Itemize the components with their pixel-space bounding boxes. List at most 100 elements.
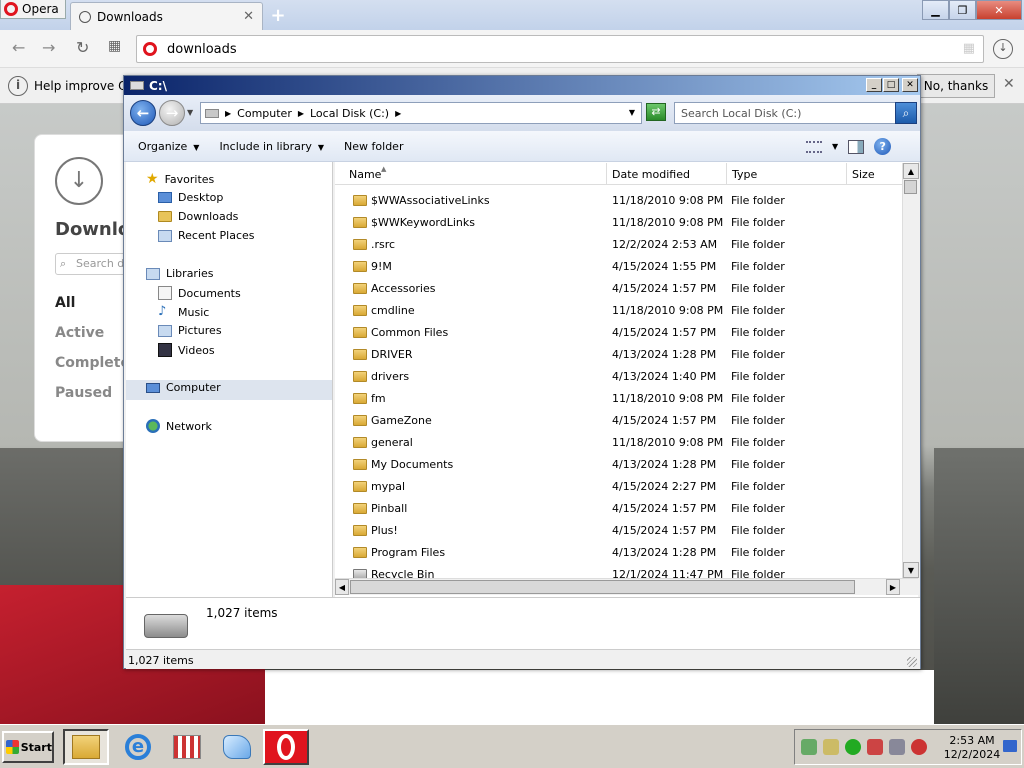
recent-pages-dropdown-icon[interactable]: ▼ (187, 108, 193, 117)
filter-complete[interactable]: Complete (55, 355, 130, 371)
table-row[interactable]: cmdline 11/18/2010 9:08 PM File folder (335, 300, 902, 322)
horizontal-scrollbar[interactable]: ◀ ▶ (335, 578, 918, 595)
breadcrumb-local-disk[interactable]: Local Disk (C:) (310, 107, 389, 120)
table-row[interactable]: fm 11/18/2010 9:08 PM File folder (335, 388, 902, 410)
explorer-close-button[interactable]: ✕ (902, 78, 918, 92)
change-view-icon[interactable] (806, 140, 822, 153)
speed-dial-grid-icon[interactable]: ▦ (108, 38, 121, 54)
table-row[interactable]: drivers 4/13/2024 1:40 PM File folder (335, 366, 902, 388)
filter-paused[interactable]: Paused (55, 385, 112, 401)
info-bar-close-icon[interactable]: ✕ (1003, 76, 1015, 92)
alert-tray-icon[interactable] (867, 739, 883, 755)
scroll-down-icon[interactable]: ▼ (903, 562, 919, 578)
taskbar-ie-button[interactable]: e (115, 729, 161, 765)
table-row[interactable]: Recycle Bin 12/1/2024 11:47 PM File folder (335, 564, 902, 578)
table-row[interactable]: My Documents 4/13/2024 1:28 PM File folder (335, 454, 902, 476)
address-bar[interactable]: downloads ▦ (136, 35, 984, 63)
address-dropdown-icon[interactable]: ▼ (629, 108, 635, 117)
column-header-type[interactable]: Type (727, 163, 847, 185)
resize-grip-icon[interactable] (907, 657, 917, 667)
breadcrumb-arrow-icon[interactable]: ▶ (395, 109, 401, 118)
nav-recent-places[interactable]: Recent Places (158, 229, 255, 242)
taskbar-network-app-button[interactable] (164, 729, 210, 765)
breadcrumb-arrow-icon[interactable]: ▶ (225, 109, 231, 118)
breadcrumb-arrow-icon[interactable]: ▶ (298, 109, 304, 118)
explorer-forward-button[interactable]: → (159, 100, 185, 126)
breadcrumb-computer[interactable]: Computer (237, 107, 292, 120)
explorer-maximize-button[interactable]: □ (883, 78, 899, 92)
nav-desktop[interactable]: Desktop (158, 191, 223, 204)
table-row[interactable]: Pinball 4/15/2024 1:57 PM File folder (335, 498, 902, 520)
close-button[interactable]: ✕ (976, 0, 1022, 20)
help-icon[interactable]: ? (874, 138, 892, 155)
vertical-scroll-thumb[interactable] (904, 180, 917, 194)
nav-pictures[interactable]: Pictures (158, 324, 222, 337)
forward-arrow-icon[interactable]: → (42, 38, 55, 57)
table-row[interactable]: .rsrc 12/2/2024 2:53 AM File folder (335, 234, 902, 256)
explorer-address-bar[interactable]: ▶ Computer ▶ Local Disk (C:) ▶ ▼ (200, 102, 642, 124)
column-header-name[interactable]: Name ▲ (335, 163, 607, 185)
column-header-size[interactable]: Size (847, 163, 902, 185)
minimize-button[interactable]: ▁ (922, 0, 949, 20)
file-type: File folder (731, 260, 785, 273)
table-row[interactable]: Accessories 4/15/2024 1:57 PM File folder (335, 278, 902, 300)
organize-button[interactable]: Organize ▼ (138, 140, 199, 153)
filter-active[interactable]: Active (55, 325, 104, 341)
taskbar-opera-button[interactable] (263, 729, 309, 765)
taskbar-explorer-button[interactable] (63, 729, 109, 765)
layers-tray-icon[interactable] (823, 739, 839, 755)
taskbar-clock[interactable]: 2:53 AM 12/2/2024 (941, 734, 1003, 762)
filter-all[interactable]: All (55, 295, 75, 311)
tab-close-icon[interactable]: ✕ (243, 9, 254, 24)
tab-downloads[interactable]: Downloads ✕ (70, 2, 263, 30)
vertical-scrollbar[interactable]: ▲ ▼ (902, 163, 919, 578)
table-row[interactable]: general 11/18/2010 9:08 PM File folder (335, 432, 902, 454)
table-row[interactable]: DRIVER 4/13/2024 1:28 PM File folder (335, 344, 902, 366)
horizontal-scroll-thumb[interactable] (350, 580, 855, 594)
explorer-search-input[interactable]: Search Local Disk (C:) (674, 102, 896, 124)
column-header-date[interactable]: Date modified (607, 163, 727, 185)
table-row[interactable]: Program Files 4/13/2024 1:28 PM File folde… (335, 542, 902, 564)
no-thanks-button[interactable]: No, thanks (917, 74, 995, 98)
opera-menu-button[interactable]: Opera (0, 0, 66, 19)
show-desktop-icon[interactable] (1003, 740, 1017, 752)
nav-favorites[interactable]: ★ Favorites (146, 172, 214, 186)
network-tray-icon[interactable] (889, 739, 905, 755)
table-row[interactable]: Common Files 4/15/2024 1:57 PM File folder (335, 322, 902, 344)
nav-downloads[interactable]: Downloads (158, 210, 238, 223)
nav-libraries[interactable]: Libraries (146, 267, 214, 280)
scroll-right-icon[interactable]: ▶ (886, 579, 900, 595)
downloads-toolbar-icon[interactable]: ↓ (993, 39, 1013, 59)
address-grid-icon[interactable]: ▦ (963, 41, 975, 56)
table-row[interactable]: GameZone 4/15/2024 1:57 PM File folder (335, 410, 902, 432)
security-tray-icon[interactable] (801, 739, 817, 755)
table-row[interactable]: 9!M 4/15/2024 1:55 PM File folder (335, 256, 902, 278)
explorer-back-button[interactable]: ← (130, 100, 156, 126)
nav-computer[interactable]: Computer (146, 381, 221, 394)
maximize-button[interactable]: ❐ (949, 0, 976, 20)
volume-muted-icon[interactable] (911, 739, 927, 755)
nav-network[interactable]: Network (146, 419, 212, 433)
table-row[interactable]: mypal 4/15/2024 2:27 PM File folder (335, 476, 902, 498)
explorer-minimize-button[interactable]: _ (866, 78, 882, 92)
start-button[interactable]: Start (2, 731, 54, 763)
search-icon[interactable]: ⌕ (895, 102, 917, 124)
scroll-up-icon[interactable]: ▲ (903, 163, 919, 179)
table-row[interactable]: $WWKeywordLinks 11/18/2010 9:08 PM File fo… (335, 212, 902, 234)
taskbar-cleaner-button[interactable] (214, 729, 260, 765)
new-folder-button[interactable]: New folder (344, 140, 403, 153)
scroll-left-icon[interactable]: ◀ (335, 579, 349, 595)
nav-videos[interactable]: Videos (158, 343, 215, 357)
play-tray-icon[interactable] (845, 739, 861, 755)
nav-documents[interactable]: Documents (158, 286, 241, 300)
refresh-button[interactable]: ⇄ (646, 103, 666, 121)
table-row[interactable]: Plus! 4/15/2024 1:57 PM File folder (335, 520, 902, 542)
preview-pane-icon[interactable] (848, 139, 865, 154)
nav-music[interactable]: ♪ Music (158, 305, 209, 319)
new-tab-button[interactable]: + (268, 6, 288, 26)
table-row[interactable]: $WWAssociativeLinks 11/18/2010 9:08 PM Fil… (335, 190, 902, 212)
view-dropdown-icon[interactable]: ▼ (832, 142, 838, 151)
include-in-library-button[interactable]: Include in library ▼ (219, 140, 324, 153)
reload-icon[interactable]: ↻ (76, 38, 89, 57)
back-arrow-icon[interactable]: ← (12, 38, 25, 57)
